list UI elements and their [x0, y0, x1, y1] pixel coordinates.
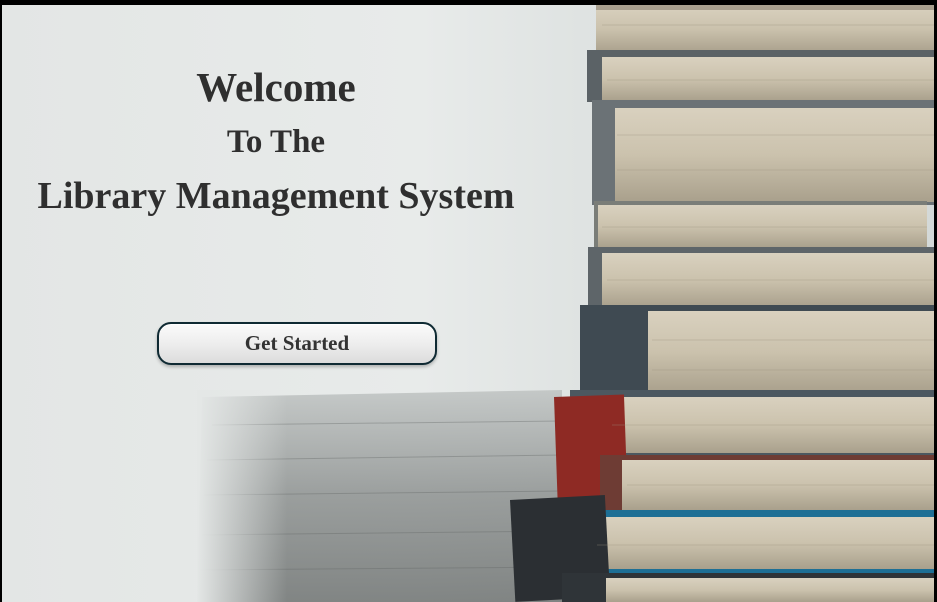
app-title: Library Management System	[37, 175, 515, 217]
app-window: Welcome To The Library Management System…	[0, 0, 937, 602]
hero-section: Welcome To The Library Management System…	[2, 5, 934, 602]
welcome-subheading: To The	[226, 124, 326, 160]
get-started-button[interactable]: Get Started	[157, 322, 437, 365]
welcome-heading: Welcome	[196, 64, 356, 110]
